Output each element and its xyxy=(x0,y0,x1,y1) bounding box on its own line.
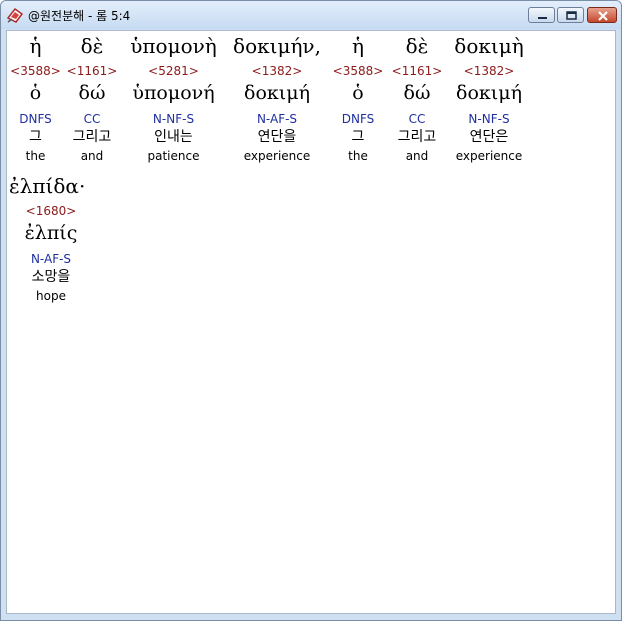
lemma: ὁ xyxy=(352,82,364,104)
english-gloss: and xyxy=(405,149,429,163)
english-gloss: the xyxy=(25,149,46,163)
strong-number: <1161> xyxy=(66,64,118,78)
maximize-icon xyxy=(566,11,577,20)
minimize-button[interactable] xyxy=(528,7,555,23)
parsing-code: CC xyxy=(408,112,426,126)
parsing-code: N-NF-S xyxy=(468,112,510,126)
lemma: ὑπομονή xyxy=(132,82,215,104)
greek-word: δὲ xyxy=(80,34,104,58)
korean-gloss: 인내는 xyxy=(154,129,193,145)
close-button[interactable] xyxy=(587,7,617,23)
word-analysis-panel[interactable]: ἡ <3588> ὁ DNFS 그 the δὲ <1161> δώ CC 그리… xyxy=(6,30,616,614)
word-cell[interactable]: δὲ <1161> δώ CC 그리고 and xyxy=(389,31,445,171)
strong-number: <1680> xyxy=(25,204,77,218)
app-window: @원전분해 - 롬 5:4 ἡ <3588> ὁ DNFS 그 the δὲ <… xyxy=(0,0,622,621)
strong-number: <1382> xyxy=(463,64,515,78)
strong-number: <3588> xyxy=(332,64,384,78)
word-cell[interactable]: δὲ <1161> δώ CC 그리고 and xyxy=(64,31,120,171)
word-cell[interactable]: δοκιμὴ <1382> δοκιμή N-NF-S 연단은 experien… xyxy=(445,31,533,171)
greek-word: ἡ xyxy=(29,34,42,58)
parsing-code: N-NF-S xyxy=(152,112,195,126)
word-cell[interactable]: δοκιμήν, <1382> δοκιμή N-AF-S 연단을 experi… xyxy=(227,31,327,171)
english-gloss: experience xyxy=(455,149,523,163)
korean-gloss: 그 xyxy=(351,129,365,145)
greek-word: ἡ xyxy=(352,34,364,58)
parsing-code: N-AF-S xyxy=(30,252,72,266)
english-gloss: hope xyxy=(36,289,66,303)
lemma: δοκιμή xyxy=(456,82,522,104)
parsing-code: DNFS xyxy=(19,112,52,126)
greek-word: ἐλπίδα· xyxy=(9,174,86,198)
maximize-button[interactable] xyxy=(557,7,584,23)
word-cell[interactable]: ἡ <3588> ὁ DNFS 그 the xyxy=(327,31,389,171)
parsing-code: N-AF-S xyxy=(256,112,298,126)
parsing-code: CC xyxy=(83,112,101,126)
lemma: ἐλπίς xyxy=(24,222,78,244)
word-cell[interactable]: ἡ <3588> ὁ DNFS 그 the xyxy=(7,31,64,171)
lemma: ὁ xyxy=(29,82,42,104)
minimize-icon xyxy=(538,17,547,19)
lemma: δώ xyxy=(403,82,431,104)
greek-word: ὑπομονὴ xyxy=(130,34,217,58)
window-title: @원전분해 - 롬 5:4 xyxy=(28,9,131,23)
korean-gloss: 연단을 xyxy=(257,129,297,145)
title-bar[interactable]: @원전분해 - 롬 5:4 xyxy=(1,1,621,29)
strong-number: <1382> xyxy=(251,64,303,78)
korean-gloss: 그 xyxy=(29,129,42,145)
korean-gloss: 연단은 xyxy=(469,129,509,145)
parsing-code: DNFS xyxy=(341,112,375,126)
korean-gloss: 소망을 xyxy=(31,269,71,285)
word-cell[interactable]: ἐλπίδα· <1680> ἐλπίς N-AF-S 소망을 hope xyxy=(7,171,95,311)
english-gloss: experience xyxy=(243,149,311,163)
greek-word: δοκιμὴ xyxy=(454,34,524,58)
strong-number: <3588> xyxy=(10,64,61,78)
english-gloss: the xyxy=(348,149,368,163)
word-cell[interactable]: ὑπομονὴ <5281> ὑπομονή N-NF-S 인내는 patien… xyxy=(120,31,227,171)
korean-gloss: 그리고 xyxy=(72,129,112,145)
english-gloss: and xyxy=(80,149,104,163)
strong-number: <1161> xyxy=(391,64,443,78)
korean-gloss: 그리고 xyxy=(397,129,437,145)
greek-word: δὲ xyxy=(405,34,429,58)
lemma: δοκιμή xyxy=(244,82,310,104)
app-logo-icon[interactable] xyxy=(6,6,24,24)
english-gloss: patience xyxy=(147,149,200,163)
lemma: δώ xyxy=(78,82,106,104)
strong-number: <5281> xyxy=(148,64,199,78)
greek-word: δοκιμήν, xyxy=(233,34,321,58)
close-icon xyxy=(598,11,608,21)
